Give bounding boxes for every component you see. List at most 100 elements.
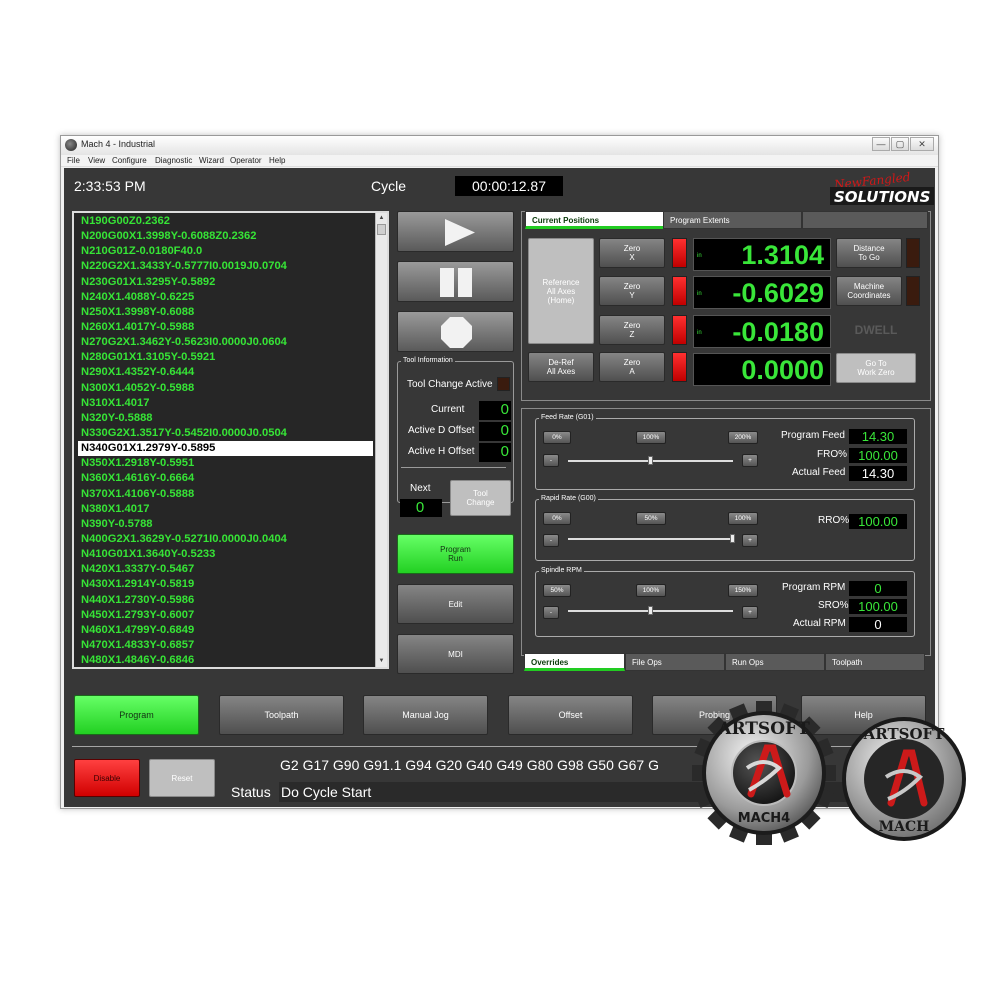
gcode-line[interactable]: N230G01X1.3295Y-0.5892 (78, 275, 373, 290)
gcode-line[interactable]: N380X1.4017 (78, 502, 373, 517)
tab-file-ops[interactable]: File Ops (625, 653, 725, 671)
spindle-minus-button[interactable]: - (543, 606, 559, 619)
disable-button[interactable]: Disable (74, 759, 140, 797)
gcode-line[interactable]: N360X1.4616Y-0.6664 (78, 471, 373, 486)
cycle-start-button[interactable] (397, 211, 514, 252)
menu-view[interactable]: View (88, 156, 105, 165)
feed-slider-thumb[interactable] (647, 456, 653, 465)
menu-diagnostic[interactable]: Diagnostic (155, 156, 192, 165)
gcode-line[interactable]: N200G00X1.3998Y-0.6088Z0.2362 (78, 229, 373, 244)
edit-button[interactable]: Edit (397, 584, 514, 624)
spindle-slider-thumb[interactable] (647, 606, 653, 615)
nav-offset-button[interactable]: Offset (508, 695, 633, 735)
rapid-100-button[interactable]: 100% (728, 512, 758, 525)
minimize-button[interactable]: — (872, 137, 890, 151)
go-to-work-zero-button[interactable]: Go To Work Zero (836, 353, 916, 383)
spindle-50-button[interactable]: 50% (543, 584, 571, 597)
gcode-line[interactable]: N350X1.2918Y-0.5951 (78, 456, 373, 471)
scroll-up-icon[interactable]: ▲ (376, 213, 387, 224)
tab-run-ops[interactable]: Run Ops (725, 653, 825, 671)
next-tool-value[interactable]: 0 (400, 499, 442, 517)
mdi-button[interactable]: MDI (397, 634, 514, 674)
close-button[interactable]: ✕ (910, 137, 934, 151)
zero-x-button[interactable]: Zero X (599, 238, 665, 268)
tab-program-extents[interactable]: Program Extents (663, 211, 802, 229)
nav-manual-jog-button[interactable]: Manual Jog (363, 695, 488, 735)
gcode-line[interactable]: N340G01X1.2979Y-0.5895 (78, 441, 373, 457)
menu-help[interactable]: Help (269, 156, 285, 165)
gcode-line[interactable]: N400G2X1.3629Y-0.5271I0.0000J0.0404 (78, 532, 373, 547)
gcode-line[interactable]: N480X1.4846Y-0.6846 (78, 653, 373, 667)
zero-y-button[interactable]: Zero Y (599, 276, 665, 306)
feed-plus-button[interactable]: + (742, 454, 758, 467)
gcode-line[interactable]: N290X1.4352Y-0.6444 (78, 365, 373, 380)
fro-value[interactable]: 100.00 (849, 448, 907, 463)
menu-wizard[interactable]: Wizard (199, 156, 224, 165)
spindle-100-button[interactable]: 100% (636, 584, 666, 597)
feed-100-button[interactable]: 100% (636, 431, 666, 444)
gcode-line[interactable]: N420X1.3337Y-0.5467 (78, 562, 373, 577)
rapid-slider-thumb[interactable] (730, 534, 735, 543)
gcode-line[interactable]: N440X1.2730Y-0.5986 (78, 593, 373, 608)
menu-file[interactable]: File (67, 156, 80, 165)
tab-empty[interactable] (802, 211, 928, 229)
gcode-line[interactable]: N330G2X1.3517Y-0.5452I0.0000J0.0504 (78, 426, 373, 441)
rapid-50-button[interactable]: 50% (636, 512, 666, 525)
gcode-line[interactable]: N390Y-0.5788 (78, 517, 373, 532)
gcode-scrollbar[interactable]: ▲ ▼ (375, 213, 387, 667)
stop-button[interactable] (397, 311, 514, 352)
nav-toolpath-button[interactable]: Toolpath (219, 695, 344, 735)
gcode-line[interactable]: N220G2X1.3433Y-0.5777I0.0019J0.0704 (78, 259, 373, 274)
gcode-line[interactable]: N280G01X1.3105Y-0.5921 (78, 350, 373, 365)
gcode-line[interactable]: N300X1.4052Y-0.5988 (78, 381, 373, 396)
gcode-line[interactable]: N370X1.4106Y-0.5888 (78, 487, 373, 502)
rapid-minus-button[interactable]: - (543, 534, 559, 547)
reset-button[interactable]: Reset (149, 759, 215, 797)
sro-value[interactable]: 100.00 (849, 599, 907, 614)
machine-coordinates-button[interactable]: Machine Coordinates (836, 276, 902, 306)
tool-change-button[interactable]: Tool Change (450, 480, 511, 516)
nav-program-button[interactable]: Program (74, 695, 199, 735)
gcode-line[interactable]: N430X1.2914Y-0.5819 (78, 577, 373, 592)
gcode-line[interactable]: N460X1.4799Y-0.6849 (78, 623, 373, 638)
menu-operator[interactable]: Operator (230, 156, 262, 165)
gcode-line[interactable]: N410G01X1.3640Y-0.5233 (78, 547, 373, 562)
rapid-slider-track[interactable] (568, 538, 733, 540)
gcode-line[interactable]: N470X1.4833Y-0.6857 (78, 638, 373, 653)
feed-0-button[interactable]: 0% (543, 431, 571, 444)
scroll-thumb[interactable] (377, 224, 386, 235)
reference-all-axes-button[interactable]: Reference All Axes (Home) (528, 238, 594, 344)
gcode-line[interactable]: N320Y-0.5888 (78, 411, 373, 426)
distance-to-go-button[interactable]: Distance To Go (836, 238, 902, 268)
gcode-list[interactable]: N190G00Z0.2362 N200G00X1.3998Y-0.6088Z0.2… (78, 214, 373, 667)
gcode-display[interactable]: N190G00Z0.2362 N200G00X1.3998Y-0.6088Z0.2… (72, 211, 389, 669)
gcode-line[interactable]: N190G00Z0.2362 (78, 214, 373, 229)
feed-hold-button[interactable] (397, 261, 514, 302)
feed-minus-button[interactable]: - (543, 454, 559, 467)
gcode-line[interactable]: N270G2X1.3462Y-0.5623I0.0000J0.0604 (78, 335, 373, 350)
zero-z-button[interactable]: Zero Z (599, 315, 665, 345)
gcode-line[interactable]: N310X1.4017 (78, 396, 373, 411)
deref-all-axes-button[interactable]: De-Ref All Axes (528, 352, 594, 382)
program-run-button[interactable]: Program Run (397, 534, 514, 574)
rro-value[interactable]: 100.00 (849, 514, 907, 529)
gcode-line[interactable]: N450X1.2793Y-0.6007 (78, 608, 373, 623)
x-unit: in (697, 253, 702, 259)
spindle-plus-button[interactable]: + (742, 606, 758, 619)
gcode-line[interactable]: N250X1.3998Y-0.6088 (78, 305, 373, 320)
gcode-line[interactable]: N210G01Z-0.0180F40.0 (78, 244, 373, 259)
rapid-0-button[interactable]: 0% (543, 512, 571, 525)
menu-configure[interactable]: Configure (112, 156, 147, 165)
scroll-down-icon[interactable]: ▼ (376, 656, 387, 667)
spindle-150-button[interactable]: 150% (728, 584, 758, 597)
rapid-plus-button[interactable]: + (742, 534, 758, 547)
title-bar[interactable]: Mach 4 - Industrial — ▢ ✕ (61, 136, 938, 155)
gcode-line[interactable]: N240X1.4088Y-0.6225 (78, 290, 373, 305)
maximize-button[interactable]: ▢ (891, 137, 909, 151)
gcode-line[interactable]: N260X1.4017Y-0.5988 (78, 320, 373, 335)
tab-toolpath[interactable]: Toolpath (825, 653, 925, 671)
tab-current-positions[interactable]: Current Positions (525, 211, 664, 229)
zero-a-button[interactable]: Zero A (599, 352, 665, 382)
feed-200-button[interactable]: 200% (728, 431, 758, 444)
tab-overrides[interactable]: Overrides (524, 653, 625, 671)
